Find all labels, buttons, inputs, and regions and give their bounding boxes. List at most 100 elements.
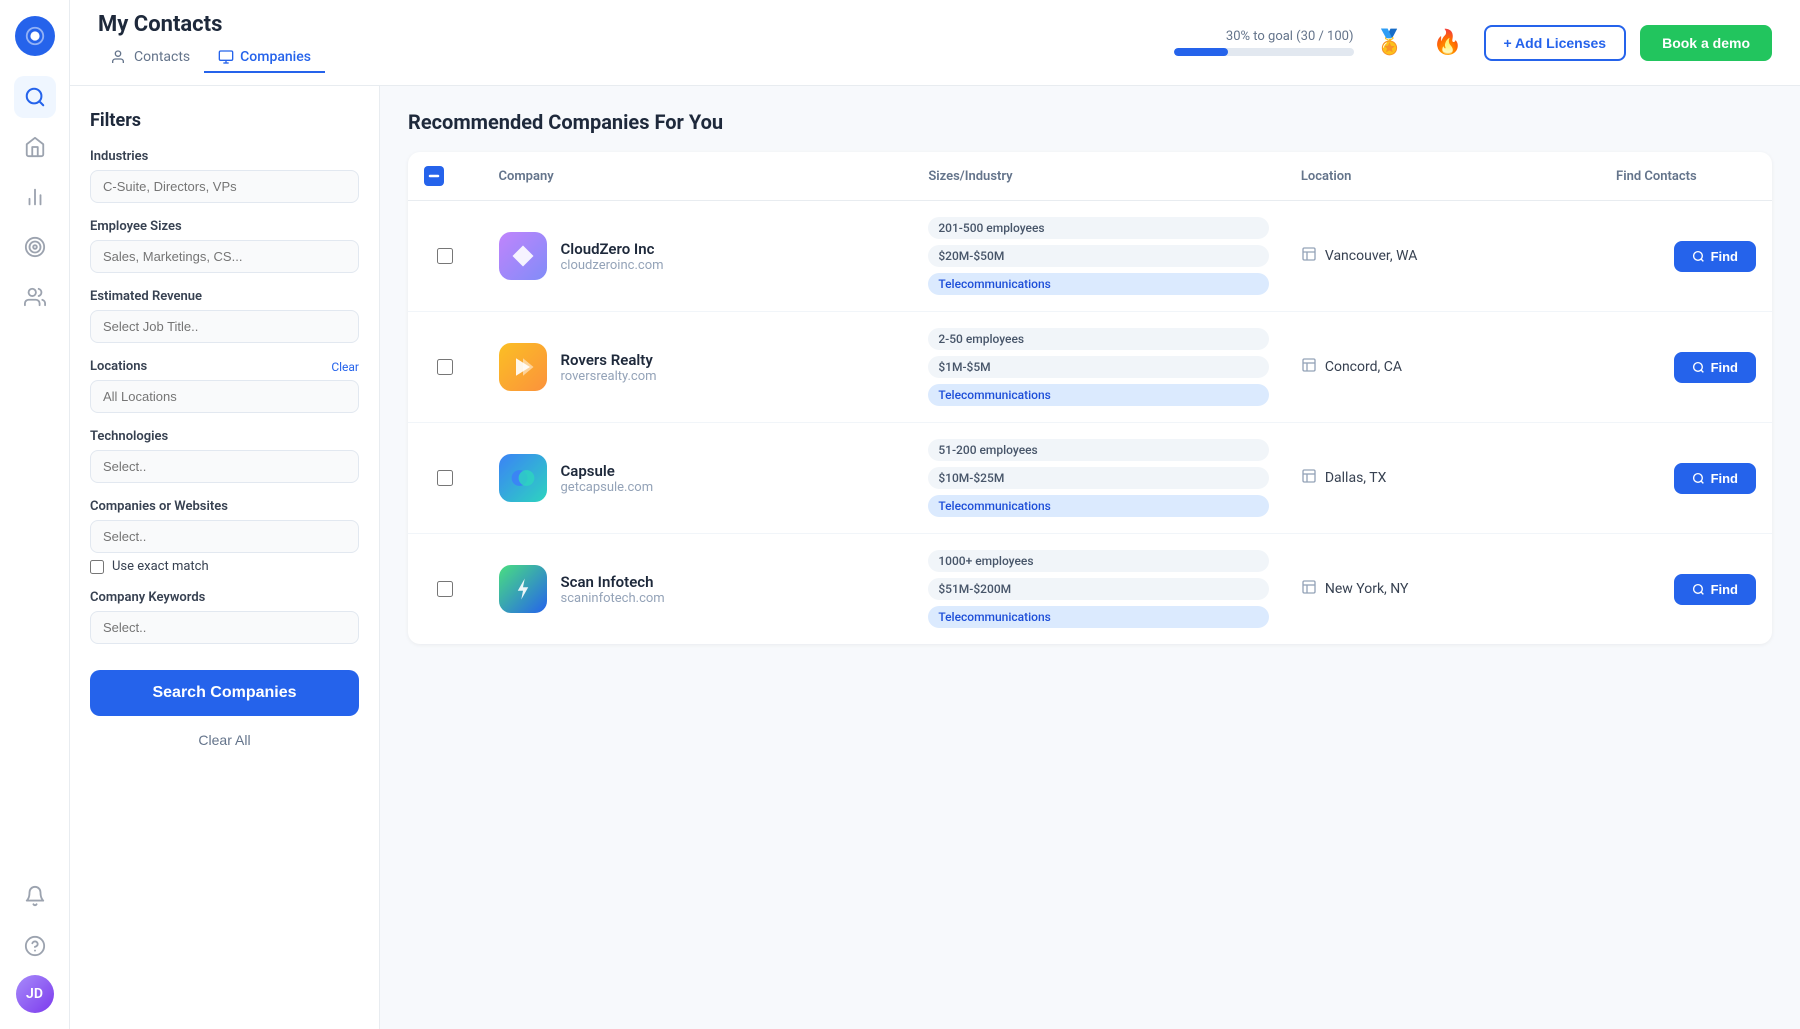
row-find-cell: Find — [1600, 312, 1772, 423]
sidebar-item-help[interactable] — [14, 925, 56, 967]
badges-container: 201-500 employees$20M-$50MTelecommunicat… — [928, 217, 1269, 295]
filter-label-employee-sizes: Employee Sizes — [90, 219, 359, 234]
badge-2: Telecommunications — [928, 495, 1269, 517]
companies-websites-input[interactable] — [90, 520, 359, 553]
badges-container: 2-50 employees$1M-$5MTelecommunications — [928, 328, 1269, 406]
sidebar-item-search[interactable] — [14, 76, 56, 118]
filter-group-keywords: Company Keywords — [90, 590, 359, 644]
find-button[interactable]: Find — [1674, 463, 1756, 494]
exact-match-label[interactable]: Use exact match — [112, 559, 209, 574]
filter-label-companies-websites: Companies or Websites — [90, 499, 359, 514]
locations-input[interactable] — [90, 380, 359, 413]
header-left: My Contacts Contacts Companies — [98, 12, 325, 73]
row-checkbox[interactable] — [437, 581, 453, 597]
progress-section: 30% to goal (30 / 100) — [1174, 29, 1354, 56]
filter-label-revenue: Estimated Revenue — [90, 289, 359, 304]
clear-all-button[interactable]: Clear All — [90, 722, 359, 758]
tab-contacts[interactable]: Contacts — [98, 43, 204, 73]
select-all-checkbox[interactable] — [424, 166, 444, 186]
sidebar-item-analytics[interactable] — [14, 176, 56, 218]
row-location-cell: Dallas, TX — [1285, 423, 1600, 534]
main-content: My Contacts Contacts Companies 30% to go… — [70, 0, 1800, 1029]
building-icon — [1301, 246, 1317, 266]
col-header-find: Find Contacts — [1600, 152, 1772, 201]
progress-bar-fill — [1174, 48, 1228, 56]
tab-companies[interactable]: Companies — [204, 43, 325, 73]
industries-input[interactable] — [90, 170, 359, 203]
badge-1: $1M-$5M — [928, 356, 1269, 378]
row-company-cell: CloudZero Inc cloudzeroinc.com — [483, 201, 913, 312]
employee-sizes-input[interactable] — [90, 240, 359, 273]
company-info: Rovers Realty roversrealty.com — [561, 351, 657, 384]
find-button[interactable]: Find — [1674, 241, 1756, 272]
badge-0: 1000+ employees — [928, 550, 1269, 572]
locations-clear-button[interactable]: Clear — [331, 360, 359, 374]
revenue-input[interactable] — [90, 310, 359, 343]
row-company-cell: Capsule getcapsule.com — [483, 423, 913, 534]
location-text: Vancouver, WA — [1325, 248, 1417, 264]
badge-0: 51-200 employees — [928, 439, 1269, 461]
filter-group-employee-sizes: Employee Sizes — [90, 219, 359, 273]
filter-group-technologies: Technologies — [90, 429, 359, 483]
row-location-cell: Concord, CA — [1285, 312, 1600, 423]
row-checkbox[interactable] — [437, 248, 453, 264]
exact-match-checkbox[interactable] — [90, 560, 104, 574]
find-button[interactable]: Find — [1674, 574, 1756, 605]
filter-group-locations: Locations Clear — [90, 359, 359, 413]
keywords-input[interactable] — [90, 611, 359, 644]
exact-match-row: Use exact match — [90, 559, 359, 574]
results-panel: Recommended Companies For You Company Si… — [380, 86, 1800, 1029]
row-checkbox[interactable] — [437, 470, 453, 486]
location-text: Dallas, TX — [1325, 470, 1387, 486]
body: Filters Industries Employee Sizes Estima… — [70, 86, 1800, 1029]
sidebar-item-home[interactable] — [14, 126, 56, 168]
table-row: Capsule getcapsule.com 51-200 employees$… — [408, 423, 1772, 534]
results-title: Recommended Companies For You — [408, 110, 1772, 134]
row-badges-cell: 2-50 employees$1M-$5MTelecommunications — [912, 312, 1285, 423]
row-checkbox[interactable] — [437, 359, 453, 375]
company-name: Capsule — [561, 462, 654, 480]
location-text: New York, NY — [1325, 581, 1409, 597]
user-avatar[interactable]: JD — [16, 975, 54, 1013]
row-company-cell: Rovers Realty roversrealty.com — [483, 312, 913, 423]
badge-2: Telecommunications — [928, 273, 1269, 295]
app-logo[interactable] — [15, 16, 55, 56]
sidebar-item-contacts[interactable] — [14, 276, 56, 318]
location-text: Concord, CA — [1325, 359, 1402, 375]
filters-panel: Filters Industries Employee Sizes Estima… — [70, 86, 380, 1029]
row-badges-cell: 1000+ employees$51M-$200MTelecommunicati… — [912, 534, 1285, 645]
filter-label-keywords: Company Keywords — [90, 590, 359, 605]
add-licenses-button[interactable]: + Add Licenses — [1484, 25, 1627, 61]
row-checkbox-cell — [408, 312, 483, 423]
book-demo-button[interactable]: Book a demo — [1640, 25, 1772, 61]
sidebar: JD — [0, 0, 70, 1029]
filter-label-locations: Locations Clear — [90, 359, 359, 374]
table-row: Scan Infotech scaninfotech.com 1000+ emp… — [408, 534, 1772, 645]
company-logo — [499, 232, 547, 280]
location-cell: Concord, CA — [1301, 357, 1584, 377]
search-companies-button[interactable]: Search Companies — [90, 670, 359, 716]
badge-1: $51M-$200M — [928, 578, 1269, 600]
row-badges-cell: 51-200 employees$10M-$25MTelecommunicati… — [912, 423, 1285, 534]
flame-icon-button[interactable]: 🔥 — [1426, 21, 1470, 65]
sidebar-item-targets[interactable] — [14, 226, 56, 268]
progress-bar-background — [1174, 48, 1354, 56]
table-row: CloudZero Inc cloudzeroinc.com 201-500 e… — [408, 201, 1772, 312]
table-row: Rovers Realty roversrealty.com 2-50 empl… — [408, 312, 1772, 423]
location-cell: Dallas, TX — [1301, 468, 1584, 488]
company-info: CloudZero Inc cloudzeroinc.com — [561, 240, 664, 273]
row-find-cell: Find — [1600, 534, 1772, 645]
row-company-cell: Scan Infotech scaninfotech.com — [483, 534, 913, 645]
sidebar-item-notifications[interactable] — [14, 875, 56, 917]
progress-text: 30% to goal (30 / 100) — [1226, 29, 1354, 44]
companies-table-body: CloudZero Inc cloudzeroinc.com 201-500 e… — [408, 201, 1772, 645]
badges-container: 1000+ employees$51M-$200MTelecommunicati… — [928, 550, 1269, 628]
building-icon — [1301, 468, 1317, 488]
company-logo — [499, 454, 547, 502]
find-button[interactable]: Find — [1674, 352, 1756, 383]
technologies-input[interactable] — [90, 450, 359, 483]
company-logo — [499, 565, 547, 613]
trophy-icon-button[interactable]: 🏅 — [1368, 21, 1412, 65]
filter-group-revenue: Estimated Revenue — [90, 289, 359, 343]
col-header-check — [408, 152, 483, 201]
